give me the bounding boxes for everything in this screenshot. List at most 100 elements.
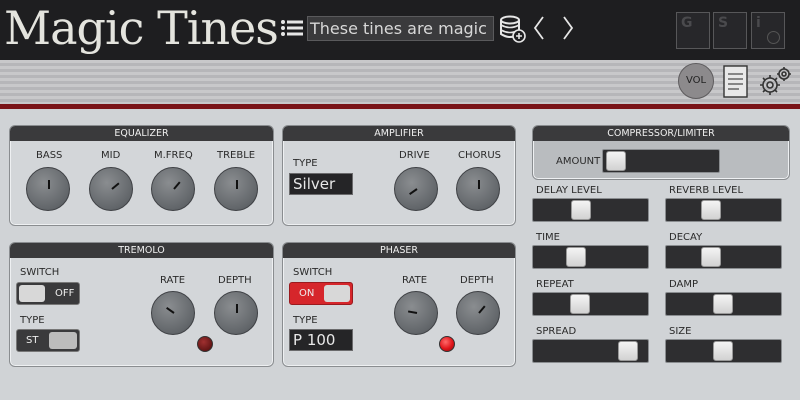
slider-thumb[interactable] bbox=[701, 247, 722, 267]
mfreq-knob[interactable] bbox=[151, 167, 195, 211]
decay-slider[interactable] bbox=[665, 245, 782, 269]
slider-thumb[interactable] bbox=[605, 151, 626, 171]
slider-thumb[interactable] bbox=[571, 200, 592, 220]
phaser-rate-knob[interactable] bbox=[394, 291, 438, 335]
preset-name-field[interactable]: These tines are magic bbox=[307, 16, 494, 41]
damp-slider[interactable] bbox=[665, 292, 782, 316]
slider-thumb[interactable] bbox=[712, 294, 733, 314]
tremolo-rate-label: RATE bbox=[160, 275, 186, 286]
tremolo-switch-toggle[interactable]: OFF bbox=[16, 282, 80, 305]
mid-label: MID bbox=[101, 150, 121, 161]
prev-preset-arrow-icon[interactable] bbox=[532, 14, 546, 42]
tremolo-switch-label: SWITCH bbox=[20, 267, 60, 278]
app-title: Magic Tines bbox=[4, 1, 279, 55]
plugin-window: Magic Tines These tines are magic G S i bbox=[0, 0, 800, 400]
treble-knob[interactable] bbox=[214, 167, 258, 211]
amp-type-label: TYPE bbox=[293, 158, 318, 169]
knob-pointer-icon bbox=[236, 180, 238, 189]
reverb-level-label: REVERB LEVEL bbox=[669, 185, 744, 196]
drive-knob[interactable] bbox=[394, 167, 438, 211]
chorus-knob[interactable] bbox=[456, 167, 500, 211]
tremolo-rate-knob[interactable] bbox=[151, 291, 195, 335]
knob-pointer-icon bbox=[173, 181, 181, 190]
decay-label: DECAY bbox=[669, 232, 703, 243]
chorus-label: CHORUS bbox=[458, 150, 501, 161]
knob-pointer-icon bbox=[111, 182, 120, 190]
header-bar: Magic Tines These tines are magic G S i bbox=[0, 0, 800, 60]
info-button[interactable]: i bbox=[751, 12, 785, 49]
time-slider[interactable] bbox=[532, 245, 649, 269]
volume-knob[interactable]: VOL bbox=[678, 63, 714, 99]
tremolo-type-label: TYPE bbox=[20, 315, 45, 326]
slider-thumb[interactable] bbox=[712, 341, 733, 361]
knob-pointer-icon bbox=[478, 305, 486, 314]
slider-thumb[interactable] bbox=[701, 200, 722, 220]
knob-pointer-icon bbox=[236, 304, 238, 313]
phaser-rate-label: RATE bbox=[402, 275, 428, 286]
mfreq-label: M.FREQ bbox=[154, 150, 193, 161]
drive-label: DRIVE bbox=[399, 150, 430, 161]
toggle-thumb bbox=[49, 332, 77, 349]
save-preset-database-icon[interactable] bbox=[499, 15, 527, 43]
toggle-thumb bbox=[19, 285, 45, 302]
knob-pointer-icon bbox=[166, 307, 175, 314]
tremolo-depth-label: DEPTH bbox=[218, 275, 252, 286]
knob-pointer-icon bbox=[48, 180, 50, 189]
mid-knob[interactable] bbox=[89, 167, 133, 211]
tremolo-led-indicator bbox=[197, 336, 213, 352]
bass-knob[interactable] bbox=[26, 167, 70, 211]
bass-label: BASS bbox=[36, 150, 63, 161]
slider-thumb[interactable] bbox=[570, 294, 591, 314]
size-slider[interactable] bbox=[665, 339, 782, 363]
phaser-depth-knob[interactable] bbox=[456, 291, 500, 335]
knob-pointer-icon bbox=[407, 310, 418, 314]
phaser-switch-toggle[interactable]: ON bbox=[289, 282, 353, 305]
next-preset-arrow-icon[interactable] bbox=[561, 14, 575, 42]
amount-slider[interactable] bbox=[602, 149, 720, 173]
size-label: SIZE bbox=[669, 326, 692, 337]
phaser-switch-label: SWITCH bbox=[293, 267, 333, 278]
tremolo-type-toggle[interactable]: ST bbox=[16, 329, 80, 352]
tremolo-panel: TREMOLO SWITCH OFF TYPE ST RATE DEPTH bbox=[9, 242, 274, 367]
preset-list-icon[interactable] bbox=[281, 19, 303, 37]
repeat-slider[interactable] bbox=[532, 292, 649, 316]
delay-level-slider[interactable] bbox=[532, 198, 649, 222]
s-button[interactable]: S bbox=[713, 12, 747, 49]
spread-label: SPREAD bbox=[536, 326, 577, 337]
phaser-led-indicator bbox=[439, 336, 455, 352]
toggle-thumb bbox=[324, 285, 350, 302]
settings-gear-icon[interactable] bbox=[757, 64, 793, 98]
info-button-label: i bbox=[756, 15, 761, 31]
tremolo-type-value: ST bbox=[26, 335, 39, 346]
repeat-label: REPEAT bbox=[536, 279, 574, 290]
amp-type-selector[interactable]: Silver bbox=[289, 173, 353, 195]
slider-thumb[interactable] bbox=[565, 247, 586, 267]
equalizer-title: EQUALIZER bbox=[10, 126, 273, 141]
notes-document-icon[interactable] bbox=[723, 65, 748, 98]
tremolo-depth-knob[interactable] bbox=[214, 291, 258, 335]
info-button-dot-icon bbox=[767, 31, 780, 44]
delay-level-label: DELAY LEVEL bbox=[536, 185, 602, 196]
tremolo-switch-state: OFF bbox=[55, 288, 75, 299]
amplifier-title: AMPLIFIER bbox=[283, 126, 515, 141]
red-divider-line bbox=[0, 104, 800, 109]
phaser-title: PHASER bbox=[283, 243, 515, 258]
equalizer-panel: EQUALIZER BASS MID M.FREQ TREBLE bbox=[9, 125, 274, 226]
treble-label: TREBLE bbox=[217, 150, 256, 161]
phaser-type-selector[interactable]: P 100 bbox=[289, 329, 353, 351]
knob-pointer-icon bbox=[409, 188, 418, 195]
reverb-level-slider[interactable] bbox=[665, 198, 782, 222]
tremolo-title: TREMOLO bbox=[10, 243, 273, 258]
amount-label: AMOUNT bbox=[556, 156, 601, 167]
phaser-panel: PHASER SWITCH ON TYPE P 100 RATE DEPTH bbox=[282, 242, 516, 367]
phaser-switch-state: ON bbox=[299, 288, 315, 299]
phaser-depth-label: DEPTH bbox=[460, 275, 494, 286]
time-label: TIME bbox=[536, 232, 561, 243]
compressor-panel: COMPRESSOR/LIMITER AMOUNT bbox=[532, 125, 790, 180]
phaser-type-label: TYPE bbox=[293, 315, 318, 326]
compressor-title: COMPRESSOR/LIMITER bbox=[533, 126, 789, 141]
slider-thumb[interactable] bbox=[617, 341, 638, 361]
spread-slider[interactable] bbox=[532, 339, 649, 363]
g-button[interactable]: G bbox=[676, 12, 710, 49]
knob-pointer-icon bbox=[478, 180, 480, 189]
